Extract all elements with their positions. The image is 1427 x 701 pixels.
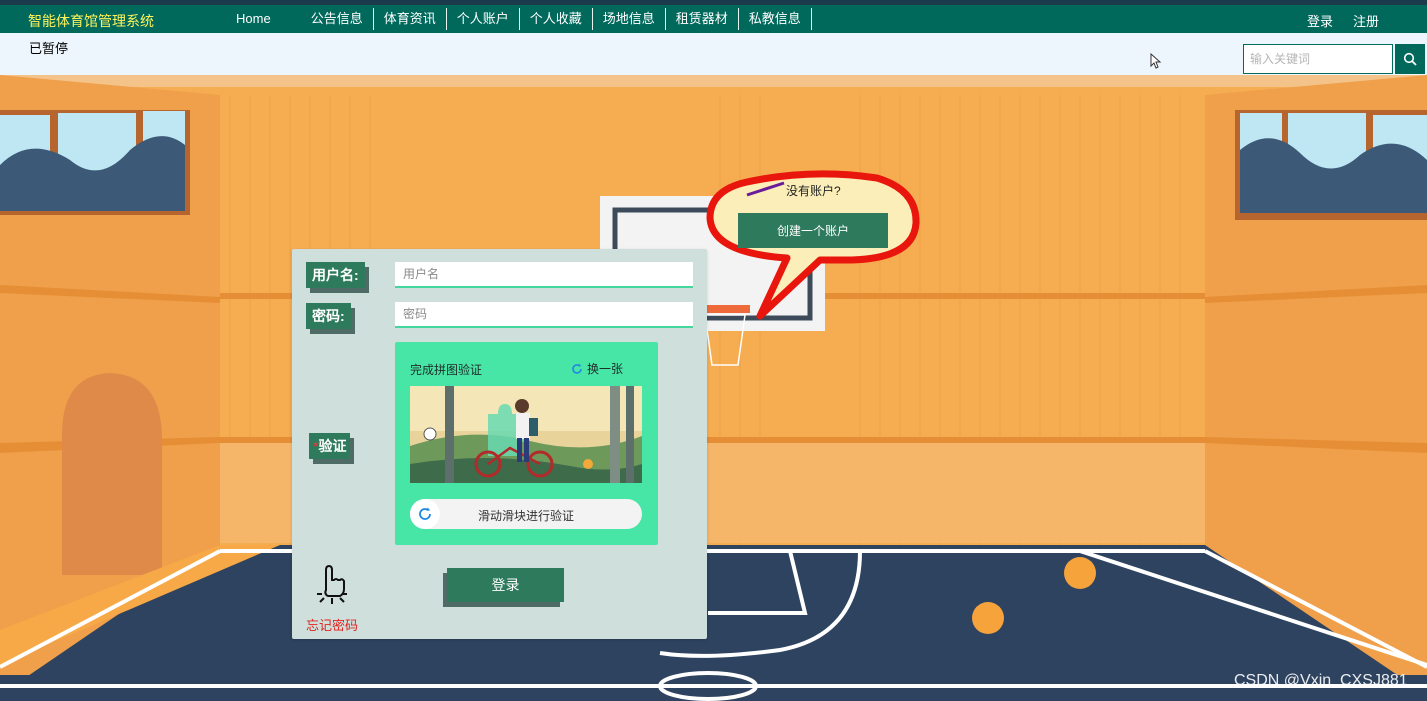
- forgot-password-link[interactable]: 忘记密码: [304, 562, 360, 634]
- nav-item-private-coach[interactable]: 私教信息: [739, 8, 812, 30]
- nav-item-equipment-rental[interactable]: 租赁器材: [666, 8, 739, 30]
- password-label: 密码:: [306, 303, 351, 329]
- slider-hint: 滑动滑块进行验证: [477, 509, 574, 523]
- site-brand[interactable]: 智能体育馆管理系统: [28, 11, 154, 31]
- captcha-slider-track[interactable]: 滑动滑块进行验证: [410, 499, 642, 529]
- nav-item-account[interactable]: 个人账户: [447, 8, 520, 30]
- watermark: CSDN @Vxin_CXSJ881: [1234, 672, 1408, 689]
- password-input[interactable]: [395, 302, 693, 328]
- captcha-label-text: 验证: [318, 438, 347, 454]
- forgot-password-text: 忘记密码: [305, 618, 358, 633]
- username-input[interactable]: [395, 262, 693, 288]
- captcha-panel: 完成拼图验证 换一张 滑动滑块进行验证: [395, 342, 658, 545]
- captcha-refresh-label: 换一张: [587, 362, 624, 376]
- puzzle-illustration: [410, 386, 642, 483]
- search-bar-strip: [0, 33, 1427, 75]
- login-submit-button[interactable]: 登录: [447, 568, 564, 602]
- paused-status-text: 已暂停: [29, 41, 69, 56]
- captcha-puzzle-image: [410, 386, 642, 483]
- captcha-title: 完成拼图验证: [410, 363, 483, 377]
- search-input[interactable]: [1243, 44, 1393, 74]
- nav-item-home[interactable]: Home: [226, 8, 281, 30]
- search-icon: [1403, 52, 1417, 66]
- refresh-icon: [572, 363, 582, 374]
- hand-pointer-icon: [317, 564, 347, 604]
- username-label: 用户名:: [306, 262, 365, 288]
- nav-item-announcements[interactable]: 公告信息: [301, 8, 374, 30]
- captcha-label: *验证: [309, 433, 351, 459]
- nav-item-sports-news[interactable]: 体育资讯: [374, 8, 447, 30]
- nav-login-link[interactable]: 登录: [1307, 11, 1333, 30]
- nav-menu: Home 公告信息 体育资讯 个人账户 个人收藏 场地信息 租赁器材 私教信息: [226, 8, 812, 30]
- login-card: 用户名: 密码: *验证 完成拼图验证 换一张: [292, 249, 707, 639]
- search-button[interactable]: [1395, 44, 1425, 74]
- nav-auth-links: 登录 注册: [1307, 11, 1379, 30]
- no-account-question: 没有账户?: [786, 184, 841, 198]
- mouse-cursor-icon: [1150, 53, 1162, 69]
- nav-item-favorites[interactable]: 个人收藏: [520, 8, 593, 30]
- nav-register-link[interactable]: 注册: [1353, 11, 1379, 30]
- nav-item-venues[interactable]: 场地信息: [593, 8, 666, 30]
- create-account-button[interactable]: 创建一个账户: [738, 213, 888, 248]
- top-navbar: 智能体育馆管理系统 Home 公告信息 体育资讯 个人账户 个人收藏 场地信息 …: [0, 5, 1427, 33]
- captcha-refresh-button[interactable]: 换一张: [571, 360, 623, 377]
